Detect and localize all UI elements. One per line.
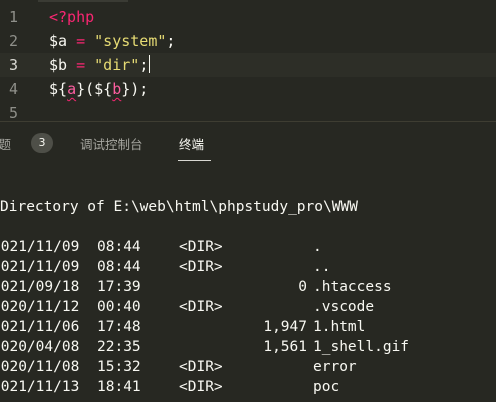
code-token: = (76, 32, 86, 50)
list-item: 2021/11/09 08:44 <DIR>. (0, 237, 496, 257)
code-line[interactable]: 1 <?php (0, 5, 496, 29)
code-token: <?php (49, 8, 95, 26)
list-item: 2021/11/13 18:41 <DIR> poc (0, 377, 496, 397)
entry-size: 1,947 (263, 319, 307, 335)
entry-time: 18:41 (97, 379, 141, 395)
entry-size: 1,561 (263, 339, 307, 355)
terminal-output[interactable]: Directory of E:\web\html\phpstudy_pro\WW… (0, 166, 496, 402)
entry-time: 08:44 (97, 259, 141, 275)
code-line[interactable]: 3 $b = "dir"; (0, 53, 496, 77)
entry-name: poc (313, 379, 340, 395)
entry-size: 0 (298, 279, 307, 295)
active-tab-indicator (178, 160, 211, 161)
entry-type: <DIR> (179, 379, 223, 395)
entry-time: 17:48 (97, 319, 141, 335)
entry-name: .vscode (313, 299, 375, 315)
entry-time: 00:40 (97, 299, 141, 315)
entry-name: 1_shell.gif (313, 339, 410, 355)
tab-terminal[interactable]: 终端 (179, 134, 204, 153)
line-number: 3 (8, 56, 18, 74)
code-token: ${ (49, 80, 68, 98)
entry-date: 2020/04/08 (0, 339, 80, 355)
tab-problems[interactable]: 问题 (0, 134, 11, 153)
code-text: ${a}(${b}); (49, 77, 148, 101)
entry-time: 22:35 (97, 339, 141, 355)
directory-line: Directory of E:\web\html\phpstudy_pro\WW… (0, 199, 358, 215)
code-text: $b = "dir"; (49, 53, 151, 77)
list-item: 2020/11/12 00:40 <DIR> .vscode (0, 297, 496, 317)
code-token: "dir" (94, 56, 140, 74)
code-token: "system" (94, 32, 167, 50)
code-line[interactable]: 5 (0, 101, 496, 121)
entry-type: <DIR> (179, 239, 223, 255)
entry-time: 17:39 (97, 279, 141, 295)
problems-count-badge: 3 (31, 133, 53, 153)
code-token: $a (49, 32, 77, 50)
code-line[interactable]: 4 ${a}(${b}); (0, 77, 496, 101)
code-line[interactable]: 2 $a = "system"; (0, 29, 496, 53)
code-text: <?php (49, 5, 94, 29)
entry-date: 2021/11/13 (0, 379, 80, 395)
list-item: 2021/09/18 17:39 0 .htaccess (0, 277, 496, 297)
line-number: 4 (8, 80, 18, 98)
code-editor[interactable]: 1 <?php 2 $a = "system"; 3 $b = "dir"; 4 ${a}($… (0, 0, 496, 121)
entry-date: 2021/11/09 (0, 259, 80, 275)
code-token: }(${ (76, 80, 113, 98)
tab-debug-console[interactable]: 调试控制台 (80, 134, 143, 153)
entry-type: <DIR> (179, 359, 223, 375)
entry-name: . (313, 239, 322, 255)
editor-top-shadow (38, 0, 128, 2)
list-item: 2021/11/09 08:44 <DIR>.. (0, 257, 496, 277)
code-token: a (67, 80, 77, 98)
entry-date: 2020/11/08 (0, 359, 80, 375)
entry-date: 2021/11/09 (0, 239, 80, 255)
entry-name: .. (313, 259, 331, 275)
entry-type: <DIR> (179, 259, 223, 275)
entry-date: 2021/11/06 (0, 319, 80, 335)
list-item: 2021/11/06 17:48 1,947 1.html (0, 317, 496, 337)
list-item: 2020/04/08 22:35 1,561 1_shell.gif (0, 337, 496, 357)
entry-time: 08:44 (97, 239, 141, 255)
code-token: }); (121, 80, 149, 98)
text-cursor (149, 55, 151, 73)
line-number: 1 (8, 8, 18, 26)
entry-name: 1.html (313, 319, 366, 335)
entry-date: 2020/11/12 (0, 299, 80, 315)
code-token: = (76, 56, 86, 74)
code-token: $b (49, 56, 77, 74)
entry-time: 15:32 (97, 359, 141, 375)
entry-name: .htaccess (313, 279, 392, 295)
list-item: 2020/11/08 15:32 <DIR> error (0, 357, 496, 377)
line-number: 5 (8, 104, 18, 121)
code-text: $a = "system"; (49, 29, 175, 53)
code-token: ; (166, 32, 176, 50)
line-number: 2 (8, 32, 18, 50)
entry-type: <DIR> (179, 299, 223, 315)
code-token: b (112, 80, 122, 98)
code-token: ; (139, 56, 149, 74)
panel-tab-bar: 问题 3 调试控制台 终端 (0, 122, 496, 166)
entry-name: error (313, 359, 357, 375)
entry-date: 2021/09/18 (0, 279, 80, 295)
